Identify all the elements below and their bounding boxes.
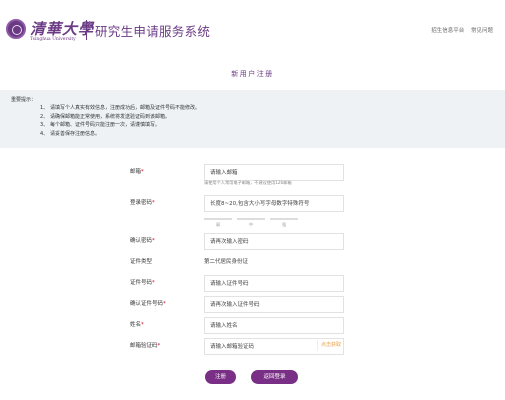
header: 清華大學 Tsinghua University 研究生申请服务系统 招生信息平… <box>0 0 505 58</box>
notice-item: 4、 请妥善保存注册信息。 <box>40 130 101 137</box>
confirm-password-field[interactable] <box>204 233 344 250</box>
id-type-label: 证件类型 <box>130 259 153 265</box>
register-button[interactable]: 注册 <box>205 370 236 384</box>
password-label: 登录密码* <box>130 200 155 206</box>
id-number-label: 证件号码* <box>130 280 155 286</box>
email-field[interactable] <box>204 164 344 181</box>
confirm-id-row: 确认证件号码* <box>0 296 505 313</box>
password-field[interactable] <box>204 195 344 212</box>
back-to-login-button[interactable]: 返回登录 <box>251 370 298 384</box>
notice-item: 2、 请确保邮箱能正常使用，系统将发送验证码到该邮箱。 <box>40 113 171 120</box>
notice-title: 重要提示： <box>11 97 37 103</box>
confirm-password-row: 确认密码* <box>0 233 505 250</box>
confirm-id-label: 确认证件号码* <box>130 301 166 307</box>
id-type-row: 证件类型 第二代居民身份证 <box>0 254 505 271</box>
email-hint: 请使用个人常用电子邮箱，不建议使用126邮箱 <box>204 180 292 185</box>
university-logo-text: 清華大學 <box>30 20 95 38</box>
university-logo-english: Tsinghua University <box>30 37 76 42</box>
system-title: 研究生申请服务系统 <box>95 24 211 39</box>
notice-item: 1、 请填写个人真实有效信息，注册成功后，邮箱及证件号码不能修改。 <box>40 105 201 111</box>
get-code-button[interactable]: 点击获取 <box>316 340 344 351</box>
email-code-row: 邮箱验证码* 点击获取 <box>0 338 505 355</box>
confirm-id-field[interactable] <box>204 296 344 313</box>
strength-medium-label: 中 <box>249 222 253 227</box>
notice-item: 3、 每个邮箱、证件号码只能注册一次，请谨慎填写。 <box>40 122 161 129</box>
password-strength-meter: 弱 中 强 <box>204 218 304 228</box>
password-row: 登录密码* <box>0 195 505 212</box>
top-nav: 招生信息平台 常见问题 <box>426 26 493 34</box>
name-field[interactable] <box>204 317 344 334</box>
name-label: 姓名* <box>130 322 144 328</box>
email-row: 邮箱* <box>0 164 505 181</box>
university-seal-icon <box>6 19 26 39</box>
logo-divider <box>86 20 87 40</box>
email-label: 邮箱* <box>130 169 144 175</box>
nav-admission-info-link[interactable]: 招生信息平台 <box>431 28 464 34</box>
confirm-password-label: 确认密码* <box>130 238 155 244</box>
notice-box: 重要提示： 1、 请填写个人真实有效信息，注册成功后，邮箱及证件号码不能修改。 2… <box>0 90 505 148</box>
id-number-row: 证件号码* <box>0 275 505 292</box>
id-number-field[interactable] <box>204 275 344 292</box>
page-title: 新用户注册 <box>231 70 274 78</box>
name-row: 姓名* <box>0 317 505 334</box>
nav-faq-link[interactable]: 常见问题 <box>471 28 493 34</box>
strength-strong-label: 强 <box>282 222 286 227</box>
notice-list: 1、 请填写个人真实有效信息，注册成功后，邮箱及证件号码不能修改。 2、 请确保邮箱… <box>40 104 200 138</box>
id-type-value: 第二代居民身份证 <box>204 259 249 265</box>
email-code-label: 邮箱验证码* <box>130 343 161 349</box>
strength-weak-label: 弱 <box>216 222 220 227</box>
